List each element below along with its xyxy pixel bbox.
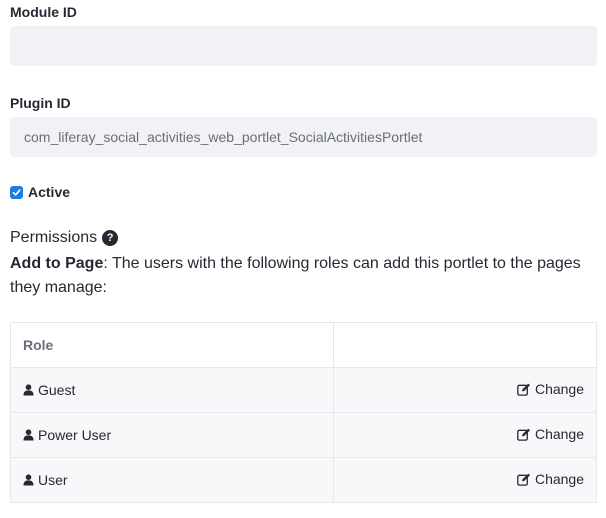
module-id-field[interactable] [10,26,597,66]
edit-icon [517,383,531,396]
module-id-label: Module ID [10,4,77,20]
user-icon [23,474,34,486]
table-row: User Change [10,457,597,503]
help-icon[interactable]: ? [102,230,119,246]
user-icon [23,429,34,441]
change-link-user[interactable]: Change [517,471,584,487]
portlet-config-page: Module ID Plugin ID com_liferay_social_a… [0,0,606,518]
table-header-row: Role [10,322,597,368]
role-cell: Power User [10,412,334,458]
change-label: Change [534,381,584,398]
action-cell: Change [333,412,597,458]
permissions-heading: Permissions ? [10,229,119,247]
role-name: Power User [38,427,112,443]
edit-icon [517,473,531,486]
role-column-header: Role [10,322,334,368]
table-row: Power User Change [10,412,597,458]
action-column-header [333,322,597,368]
role-cell: User [10,457,334,503]
plugin-id-field[interactable]: com_liferay_social_activities_web_portle… [10,117,597,157]
checkmark-icon [12,188,21,196]
permissions-title: Permissions [10,229,98,246]
role-name: User [38,472,68,488]
edit-icon [517,428,531,441]
role-name: Guest [38,382,76,398]
change-label: Change [534,471,584,488]
active-label: Active [28,184,71,200]
roles-table: Role Guest Change Power User Change User… [10,322,597,503]
active-checkbox-row[interactable]: Active [10,184,70,200]
table-row: Guest Change [10,367,597,413]
plugin-id-label: Plugin ID [10,95,71,111]
role-cell: Guest [10,367,334,413]
action-cell: Change [333,367,597,413]
active-checkbox[interactable] [10,185,23,199]
user-icon [23,384,34,396]
add-to-page-label: Add to Page [10,255,104,272]
change-label: Change [534,426,584,443]
change-link-guest[interactable]: Change [517,381,584,397]
change-link-power-user[interactable]: Change [517,426,584,442]
add-to-page-description: Add to Page: The users with the followin… [10,252,590,300]
action-cell: Change [333,457,597,503]
